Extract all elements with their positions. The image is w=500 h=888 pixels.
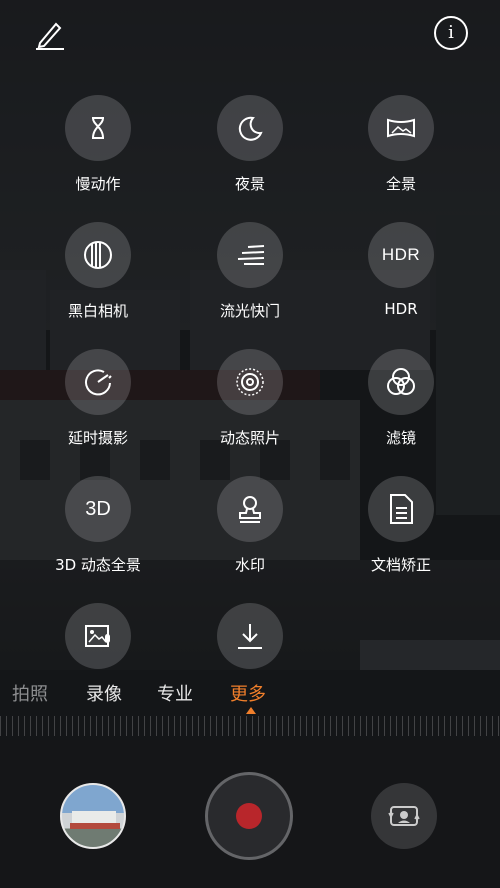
tab-photo[interactable]: 拍照 bbox=[12, 680, 48, 706]
3d-panorama-icon: 3D bbox=[85, 497, 111, 520]
tab-more[interactable]: 更多 bbox=[230, 680, 266, 706]
switch-camera-icon bbox=[388, 806, 420, 826]
download-icon bbox=[238, 624, 262, 649]
mode-watermark[interactable]: 水印 bbox=[185, 476, 315, 575]
mode-light-trail[interactable]: 流光快门 bbox=[185, 222, 315, 321]
mode-label: 流光快门 bbox=[219, 302, 280, 320]
mode-filter[interactable]: 滤镜 bbox=[336, 349, 466, 448]
mode-monochrome[interactable]: 黑白相机 bbox=[33, 222, 163, 321]
pencil-icon bbox=[36, 22, 64, 50]
mode-label: HDR bbox=[384, 300, 418, 318]
audio-note-icon bbox=[85, 625, 110, 647]
edit-button[interactable] bbox=[32, 16, 68, 52]
mode-hdr[interactable]: HDR HDR bbox=[336, 222, 466, 318]
record-dot-icon bbox=[236, 803, 262, 829]
mode-document-correction[interactable]: 文档矫正 bbox=[336, 476, 466, 575]
mode-label: 夜景 bbox=[234, 175, 265, 193]
timelapse-icon bbox=[85, 369, 112, 396]
tab-pro[interactable]: 专业 bbox=[157, 680, 193, 706]
info-button[interactable]: i bbox=[434, 16, 468, 50]
mode-label: 文档矫正 bbox=[370, 556, 431, 574]
tab-video[interactable]: 录像 bbox=[86, 680, 122, 706]
mode-label: 3D 动态全景 bbox=[55, 556, 141, 574]
mode-label: 慢动作 bbox=[75, 175, 121, 193]
mode-label: 全景 bbox=[385, 175, 416, 193]
mode-label: 动态照片 bbox=[219, 429, 280, 447]
mode-label: 黑白相机 bbox=[67, 302, 128, 320]
switch-camera-button[interactable] bbox=[371, 783, 437, 849]
mode-label: 滤镜 bbox=[385, 429, 416, 447]
mode-slow-motion[interactable]: 慢动作 bbox=[33, 95, 163, 194]
zoom-ruler[interactable] bbox=[0, 716, 500, 736]
moving-picture-icon bbox=[236, 368, 264, 396]
gallery-thumbnail[interactable] bbox=[60, 783, 126, 849]
mode-label: 水印 bbox=[234, 556, 265, 574]
mode-3d-panorama[interactable]: 3D 3D 动态全景 bbox=[33, 476, 163, 575]
mode-panorama[interactable]: 全景 bbox=[336, 95, 466, 194]
record-button[interactable] bbox=[205, 772, 293, 860]
monochrome-icon bbox=[84, 241, 112, 269]
hourglass-icon bbox=[92, 117, 104, 139]
mode-timelapse[interactable]: 延时摄影 bbox=[33, 349, 163, 448]
hdr-icon: HDR bbox=[381, 245, 421, 264]
mode-label: 延时摄影 bbox=[67, 429, 128, 447]
top-bar: i bbox=[0, 0, 500, 70]
mode-night[interactable]: 夜景 bbox=[185, 95, 315, 194]
light-trail-icon bbox=[237, 245, 265, 265]
watermark-icon bbox=[239, 496, 261, 523]
moon-icon bbox=[238, 116, 263, 141]
panorama-icon bbox=[387, 118, 415, 138]
filter-icon bbox=[387, 368, 415, 395]
info-icon: i bbox=[448, 22, 454, 43]
document-correction-icon bbox=[390, 494, 413, 524]
active-tab-indicator bbox=[246, 707, 256, 714]
mode-moving-picture[interactable]: 动态照片 bbox=[185, 349, 315, 448]
